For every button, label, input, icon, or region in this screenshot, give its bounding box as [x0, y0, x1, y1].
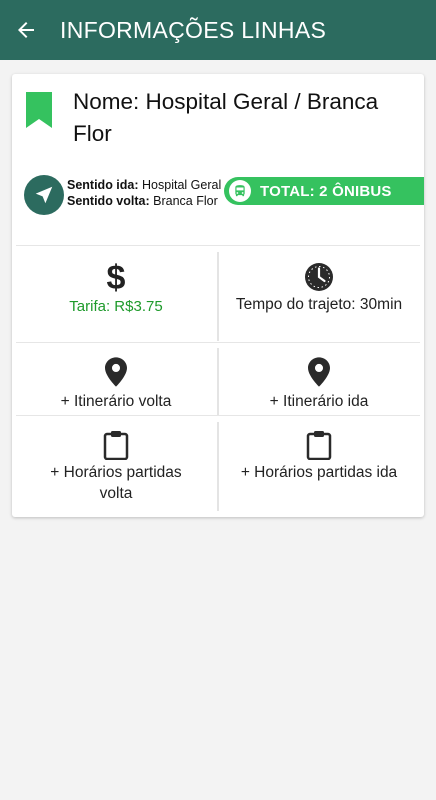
back-button[interactable] [0, 0, 52, 60]
divider [16, 342, 420, 343]
navigation-button[interactable] [24, 175, 64, 215]
travel-time-info: Tempo do trajeto: 30min [220, 262, 418, 315]
direction-volta: Sentido volta: Branca Flor [67, 194, 218, 208]
divider [217, 422, 219, 511]
divider [16, 415, 420, 416]
map-pin-icon [105, 357, 127, 387]
direction-ida: Sentido ida: Hospital Geral [67, 178, 222, 192]
schedule-volta-label: + Horários partidas volta [50, 464, 182, 502]
fare-info: $ Tarifa: R$3.75 [17, 260, 215, 317]
dollar-icon: $ [106, 259, 126, 297]
schedule-ida-button[interactable]: + Horários partidas ida [220, 430, 418, 483]
line-directions: Sentido ida: Hospital Geral Sentido volt… [67, 177, 232, 209]
divider [217, 252, 219, 341]
divider [16, 245, 420, 246]
arrow-left-icon [18, 22, 34, 38]
map-pin-icon [308, 357, 330, 387]
fare-label: Tarifa: R$3.75 [69, 298, 163, 315]
line-info-card: Nome: Hospital Geral / Branca Flor Senti… [12, 74, 424, 517]
line-name: Nome: Hospital Geral / Branca Flor [73, 89, 379, 146]
navigation-arrow-icon [35, 186, 53, 204]
divider [217, 348, 219, 415]
app-bar: INFORMAÇÕES LINHAS [0, 0, 436, 60]
schedule-volta-button[interactable]: + Horários partidas volta [17, 430, 215, 504]
page-title: INFORMAÇÕES LINHAS [60, 16, 327, 43]
travel-time-label: Tempo do trajeto: 30min [235, 296, 403, 313]
itinerary-ida-button[interactable]: + Itinerário ida [220, 357, 418, 412]
clipboard-icon [103, 431, 129, 460]
clipboard-icon [306, 431, 332, 460]
total-buses-badge: TOTAL: 2 ÔNIBUS [224, 177, 424, 205]
itinerary-ida-label: + Itinerário ida [269, 393, 369, 410]
bookmark-icon [26, 92, 52, 128]
total-buses-text: TOTAL: 2 ÔNIBUS [260, 182, 392, 200]
clock-icon [305, 263, 333, 291]
schedule-ida-label: + Horários partidas ida [240, 464, 398, 481]
itinerary-volta-button[interactable]: + Itinerário volta [17, 357, 215, 412]
bus-icon [229, 180, 251, 202]
itinerary-volta-label: + Itinerário volta [60, 393, 172, 410]
